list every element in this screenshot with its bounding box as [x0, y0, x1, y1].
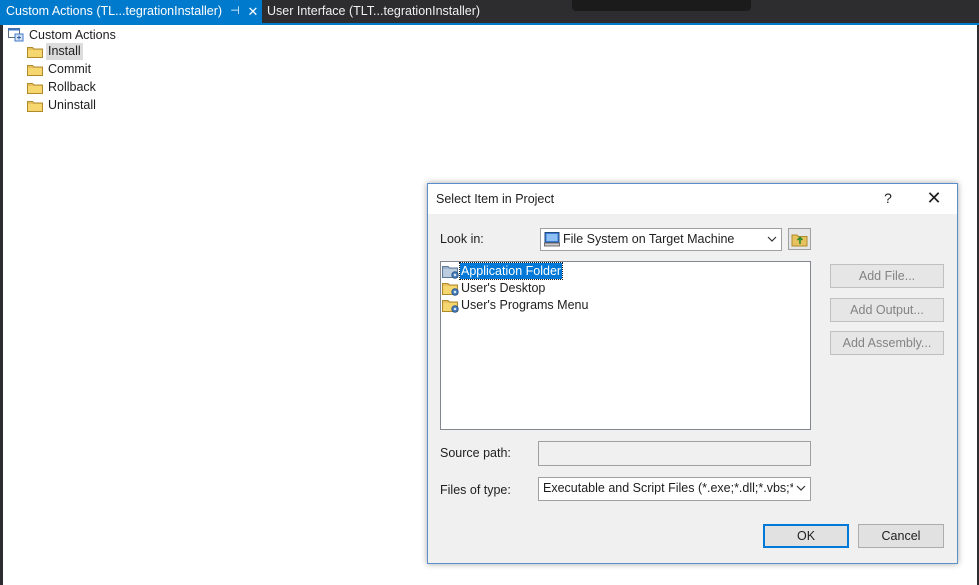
list-item-label: User's Programs Menu [461, 298, 589, 312]
folder-icon [27, 83, 43, 94]
project-items-list[interactable]: Application Folder User's Desktop User's… [440, 261, 811, 430]
select-item-dialog: Select Item in Project ? ✕ Look in: File… [427, 183, 958, 564]
add-file-button[interactable]: Add File... [830, 264, 944, 288]
list-item-label: User's Desktop [461, 281, 546, 295]
look-in-label: Look in: [440, 232, 484, 246]
cancel-button[interactable]: Cancel [858, 524, 944, 548]
tree-item-label: Uninstall [48, 98, 96, 112]
special-folder-icon [442, 300, 459, 313]
dialog-title-bar[interactable]: Select Item in Project ? ✕ [428, 184, 957, 214]
document-tab-strip: Custom Actions (TL...tegrationInstaller)… [0, 0, 979, 23]
folder-icon [27, 47, 43, 58]
tab-custom-actions[interactable]: Custom Actions (TL...tegrationInstaller)… [0, 0, 262, 23]
tree-item-label: Commit [48, 62, 92, 76]
list-item-label: Application Folder [458, 262, 564, 280]
tab-custom-actions-label: Custom Actions (TL...tegrationInstaller) [6, 4, 223, 18]
close-tab-icon[interactable]: ✕ [246, 0, 260, 23]
add-output-button[interactable]: Add Output... [830, 298, 944, 322]
files-of-type-dropdown[interactable]: Executable and Script Files (*.exe;*.dll… [538, 477, 811, 501]
tree-root-label: Custom Actions [29, 28, 116, 42]
tab-user-interface[interactable]: User Interface (TLT...tegrationInstaller… [262, 0, 490, 23]
pin-icon[interactable]: ⊣ [228, 0, 242, 23]
ok-button[interactable]: OK [763, 524, 849, 548]
source-path-label: Source path: [440, 446, 511, 460]
look-in-value: File System on Target Machine [563, 232, 735, 246]
tree-item-label: Rollback [48, 80, 96, 94]
help-icon[interactable]: ? [878, 190, 898, 206]
folder-up-icon [791, 234, 808, 247]
add-assembly-button[interactable]: Add Assembly... [830, 331, 944, 355]
up-one-level-button[interactable] [788, 228, 811, 250]
close-icon[interactable]: ✕ [922, 187, 946, 209]
computer-icon [544, 232, 560, 247]
dialog-title: Select Item in Project [436, 192, 555, 206]
files-of-type-value: Executable and Script Files (*.exe;*.dll… [543, 481, 793, 495]
source-path-field[interactable] [538, 441, 811, 466]
folder-icon [27, 101, 43, 112]
files-of-type-label: Files of type: [440, 483, 511, 497]
folder-icon [27, 65, 43, 76]
tree-item-label: Install [46, 43, 83, 60]
special-folder-icon [442, 283, 459, 296]
toolbar-overlay [572, 0, 751, 11]
custom-actions-icon [8, 28, 24, 42]
chevron-down-icon [767, 236, 777, 242]
tab-user-interface-label: User Interface (TLT...tegrationInstaller… [267, 4, 481, 18]
chevron-down-icon [796, 485, 806, 491]
look-in-dropdown[interactable]: File System on Target Machine [540, 228, 782, 251]
application-folder-icon [442, 266, 459, 279]
